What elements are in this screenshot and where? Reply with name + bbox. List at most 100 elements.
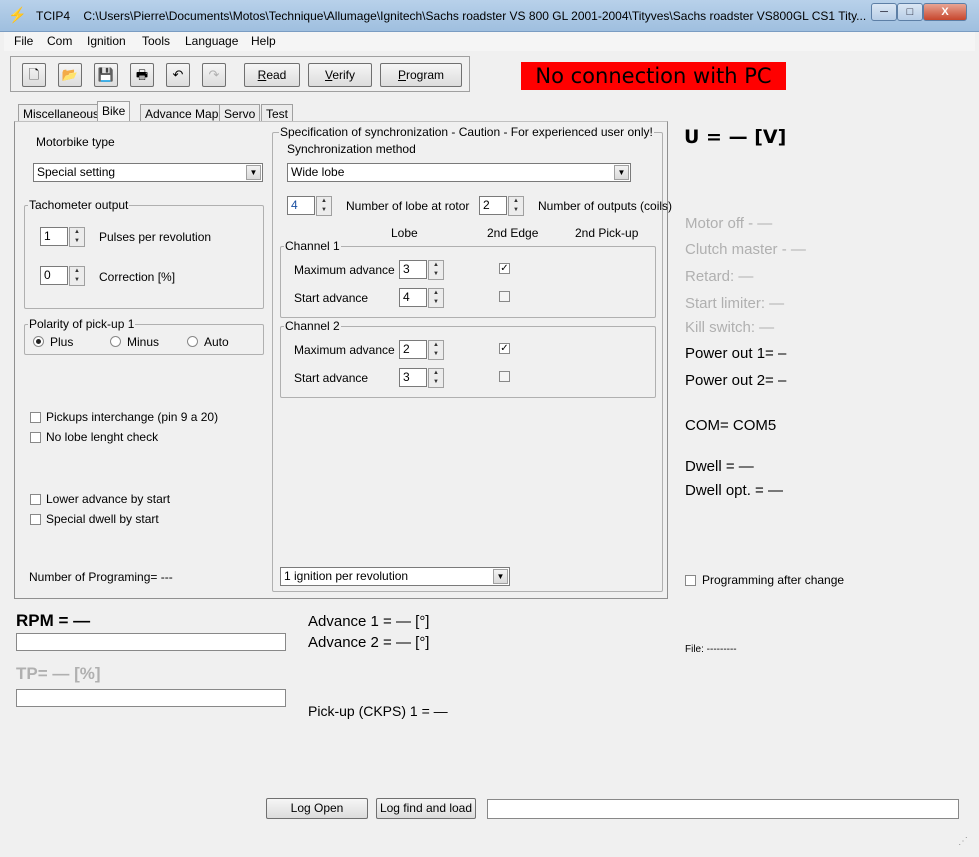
polarity-auto-radio[interactable] — [187, 336, 198, 347]
ch1-start-label: Start advance — [294, 291, 369, 305]
retard-status: Retard: — — [685, 268, 754, 285]
dwell-status: Dwell = — — [685, 458, 754, 475]
menu-language[interactable]: Language — [185, 34, 238, 48]
lobe-count-label: Number of lobe at rotor — [346, 199, 470, 213]
channel2-title: Channel 2 — [284, 319, 341, 333]
tab-advance-map[interactable]: Advance Map — [140, 104, 224, 122]
save-icon[interactable]: 💾 — [94, 63, 118, 87]
polarity-auto-label: Auto — [204, 335, 229, 349]
outputs-count-input[interactable]: 2 — [479, 196, 507, 215]
spin-down-icon[interactable]: ▼ — [509, 206, 523, 215]
col-lobe: Lobe — [391, 226, 418, 240]
spin-up-icon[interactable]: ▲ — [429, 341, 443, 350]
no-lobe-check-checkbox[interactable] — [30, 432, 41, 443]
ch1-max-input[interactable]: 3 — [399, 260, 427, 279]
tab-miscellaneous[interactable]: Miscellaneous — [18, 104, 105, 122]
menu-tools[interactable]: Tools — [142, 34, 170, 48]
close-button[interactable]: X — [923, 3, 967, 21]
correction-input[interactable]: 0 — [40, 266, 68, 285]
minimize-button[interactable]: ─ — [871, 3, 897, 21]
channel1-title: Channel 1 — [284, 239, 341, 253]
ch2-max-input[interactable]: 2 — [399, 340, 427, 359]
spin-up-icon[interactable]: ▲ — [70, 228, 84, 237]
verify-button[interactable]: Verify — [308, 63, 372, 87]
advance1-readout: Advance 1 = — [°] — [308, 613, 430, 630]
spin-down-icon[interactable]: ▼ — [70, 276, 84, 285]
resize-grip-icon[interactable]: ⋰ — [958, 836, 972, 850]
tp-bar — [16, 689, 286, 707]
ch1-start-checkbox[interactable] — [499, 291, 510, 302]
spin-up-icon[interactable]: ▲ — [429, 261, 443, 270]
pulses-spinner[interactable]: ▲ ▼ — [69, 227, 85, 247]
menu-help[interactable]: Help — [251, 34, 276, 48]
log-find-load-button[interactable]: Log find and load — [376, 798, 476, 819]
spin-up-icon[interactable]: ▲ — [317, 197, 331, 206]
sync-method-select[interactable]: Wide lobe ▼ — [287, 163, 631, 182]
ch2-max-label: Maximum advance — [294, 343, 395, 357]
polarity-plus-radio[interactable] — [33, 336, 44, 347]
polarity-minus-radio[interactable] — [110, 336, 121, 347]
lower-advance-label: Lower advance by start — [46, 492, 171, 506]
ch2-start-checkbox[interactable] — [499, 371, 510, 382]
ch1-start-input[interactable]: 4 — [399, 288, 427, 307]
rpm-readout: RPM = — — [16, 611, 91, 630]
app-icon: ⚡ — [8, 7, 27, 24]
menu-ignition[interactable]: Ignition — [87, 34, 126, 48]
ch1-max-spinner[interactable]: ▲ ▼ — [428, 260, 444, 280]
print-icon[interactable]: 🖶 — [130, 63, 154, 87]
ch1-2nd-edge-checkbox[interactable]: ✓ — [499, 263, 510, 274]
menu-com[interactable]: Com — [47, 34, 72, 48]
ch2-max-spinner[interactable]: ▲ ▼ — [428, 340, 444, 360]
ch1-max-label: Maximum advance — [294, 263, 395, 277]
tab-servo[interactable]: Servo — [219, 104, 261, 122]
program-button[interactable]: Program — [380, 63, 462, 87]
spin-up-icon[interactable]: ▲ — [429, 289, 443, 298]
motorbike-type-label: Motorbike type — [36, 135, 115, 149]
ignition-per-rev-select[interactable]: 1 ignition per revolution ▼ — [280, 567, 510, 586]
open-folder-icon[interactable]: 📂 — [58, 63, 82, 87]
spin-up-icon[interactable]: ▲ — [509, 197, 523, 206]
log-open-button[interactable]: Log Open — [266, 798, 368, 819]
lower-advance-checkbox[interactable] — [30, 494, 41, 505]
chevron-down-icon: ▼ — [246, 165, 261, 180]
menu-file[interactable]: File — [14, 34, 33, 48]
correction-spinner[interactable]: ▲ ▼ — [69, 266, 85, 286]
log-path-field[interactable] — [487, 799, 959, 819]
channel1-group: Channel 1 — [280, 239, 656, 318]
read-button[interactable]: Read — [244, 63, 300, 87]
ch2-start-spinner[interactable]: ▲ ▼ — [428, 368, 444, 388]
programming-after-change-label: Programming after change — [702, 573, 845, 587]
programming-after-change-checkbox[interactable] — [685, 575, 696, 586]
ch2-2nd-edge-checkbox[interactable]: ✓ — [499, 343, 510, 354]
com-port-status: COM= COM5 — [685, 417, 777, 434]
tab-test[interactable]: Test — [261, 104, 294, 122]
number-of-programing: Number of Programing= --- — [29, 570, 173, 584]
tab-bike[interactable]: Bike — [97, 101, 131, 123]
spin-down-icon[interactable]: ▼ — [429, 270, 443, 279]
redo-icon[interactable]: ↷ — [202, 63, 226, 87]
ch1-start-spinner[interactable]: ▲ ▼ — [428, 288, 444, 308]
kill-switch-status: Kill switch: — — [685, 319, 775, 336]
spin-down-icon[interactable]: ▼ — [317, 206, 331, 215]
motorbike-type-select[interactable]: Special setting ▼ — [33, 163, 263, 182]
undo-icon[interactable]: ↶ — [166, 63, 190, 87]
motorbike-type-value: Special setting — [37, 165, 116, 179]
polarity-plus-label: Plus — [50, 335, 74, 349]
spin-down-icon[interactable]: ▼ — [70, 237, 84, 246]
spin-up-icon[interactable]: ▲ — [70, 267, 84, 276]
pickups-interchange-checkbox[interactable] — [30, 412, 41, 423]
spin-up-icon[interactable]: ▲ — [429, 369, 443, 378]
spin-down-icon[interactable]: ▼ — [429, 298, 443, 307]
ch2-start-input[interactable]: 3 — [399, 368, 427, 387]
maximize-button[interactable]: □ — [897, 3, 923, 21]
outputs-count-spinner[interactable]: ▲ ▼ — [508, 196, 524, 216]
lobe-count-input[interactable]: 4 — [287, 196, 315, 215]
pulses-input[interactable]: 1 — [40, 227, 68, 246]
spin-down-icon[interactable]: ▼ — [429, 350, 443, 359]
app-name: TCIP4 — [36, 9, 71, 23]
spin-down-icon[interactable]: ▼ — [429, 378, 443, 387]
new-file-icon[interactable]: 🗋 — [22, 63, 46, 87]
special-dwell-checkbox[interactable] — [30, 514, 41, 525]
dwell-opt-status: Dwell opt. = — — [685, 482, 783, 499]
lobe-count-spinner[interactable]: ▲ ▼ — [316, 196, 332, 216]
